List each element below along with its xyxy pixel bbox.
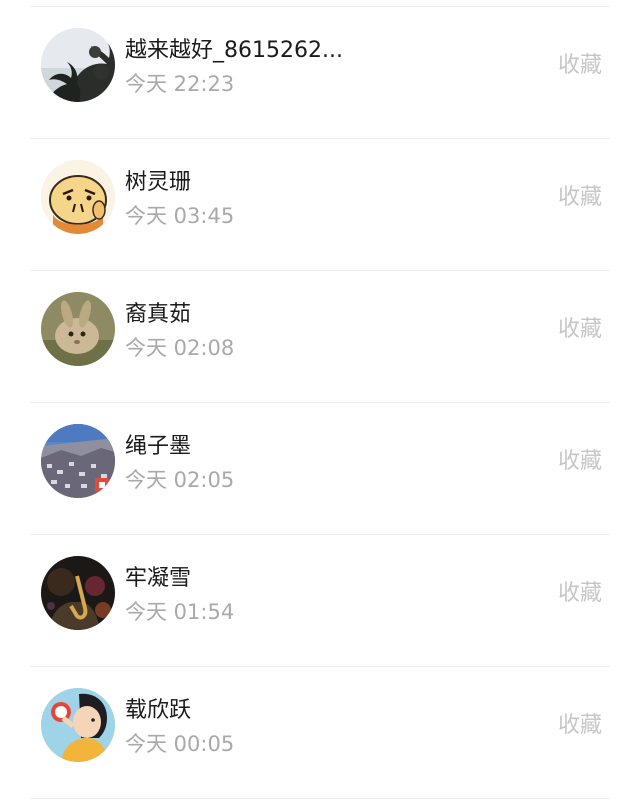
- contact-name: 载欣跃: [125, 698, 192, 723]
- favorite-button[interactable]: 收藏: [558, 184, 602, 212]
- divider: [30, 798, 610, 799]
- favorite-button[interactable]: 收藏: [558, 52, 602, 80]
- avatar[interactable]: [41, 556, 115, 630]
- favorite-button[interactable]: 收藏: [558, 712, 602, 740]
- message-time: 今天 02:08: [125, 336, 235, 360]
- avatar[interactable]: [41, 424, 115, 498]
- list-item[interactable]: 树灵珊 今天 03:45 收藏: [0, 132, 640, 264]
- favorite-button[interactable]: 收藏: [558, 316, 602, 344]
- contact-list: 越来越好_8615262... 今天 22:23 收藏 树灵珊 今天 03:45…: [0, 0, 640, 804]
- avatar[interactable]: [41, 160, 115, 234]
- avatar[interactable]: [41, 688, 115, 762]
- list-item[interactable]: 越来越好_8615262... 今天 22:23 收藏: [0, 0, 640, 132]
- message-time: 今天 00:05: [125, 732, 235, 756]
- favorite-button[interactable]: 收藏: [558, 448, 602, 476]
- list-item[interactable]: 载欣跃 今天 00:05 收藏: [0, 660, 640, 792]
- favorite-button[interactable]: 收藏: [558, 580, 602, 608]
- avatar-rabbit-icon: [41, 292, 115, 366]
- message-time: 今天 01:54: [125, 600, 235, 624]
- contact-name: 牢凝雪: [125, 566, 192, 591]
- avatar[interactable]: [41, 292, 115, 366]
- message-time: 今天 22:23: [125, 72, 235, 96]
- avatar-cartoon-face-icon: [41, 160, 115, 234]
- contact-name: 越来越好_8615262...: [125, 38, 343, 63]
- contact-name: 树灵珊: [125, 170, 192, 195]
- contact-name: 绳子墨: [125, 434, 192, 459]
- avatar-plant-silhouette-icon: [41, 28, 115, 102]
- list-item[interactable]: 裔真茹 今天 02:08 收藏: [0, 264, 640, 396]
- contact-name: 裔真茹: [125, 302, 192, 327]
- list-item[interactable]: 牢凝雪 今天 01:54 收藏: [0, 528, 640, 660]
- message-time: 今天 03:45: [125, 204, 235, 228]
- avatar[interactable]: [41, 28, 115, 102]
- avatar-girl-illustration-icon: [41, 688, 115, 762]
- avatar-musician-dark-icon: [41, 556, 115, 630]
- message-time: 今天 02:05: [125, 468, 235, 492]
- list-item[interactable]: 绳子墨 今天 02:05 收藏: [0, 396, 640, 528]
- avatar-town-landscape-icon: [41, 424, 115, 498]
